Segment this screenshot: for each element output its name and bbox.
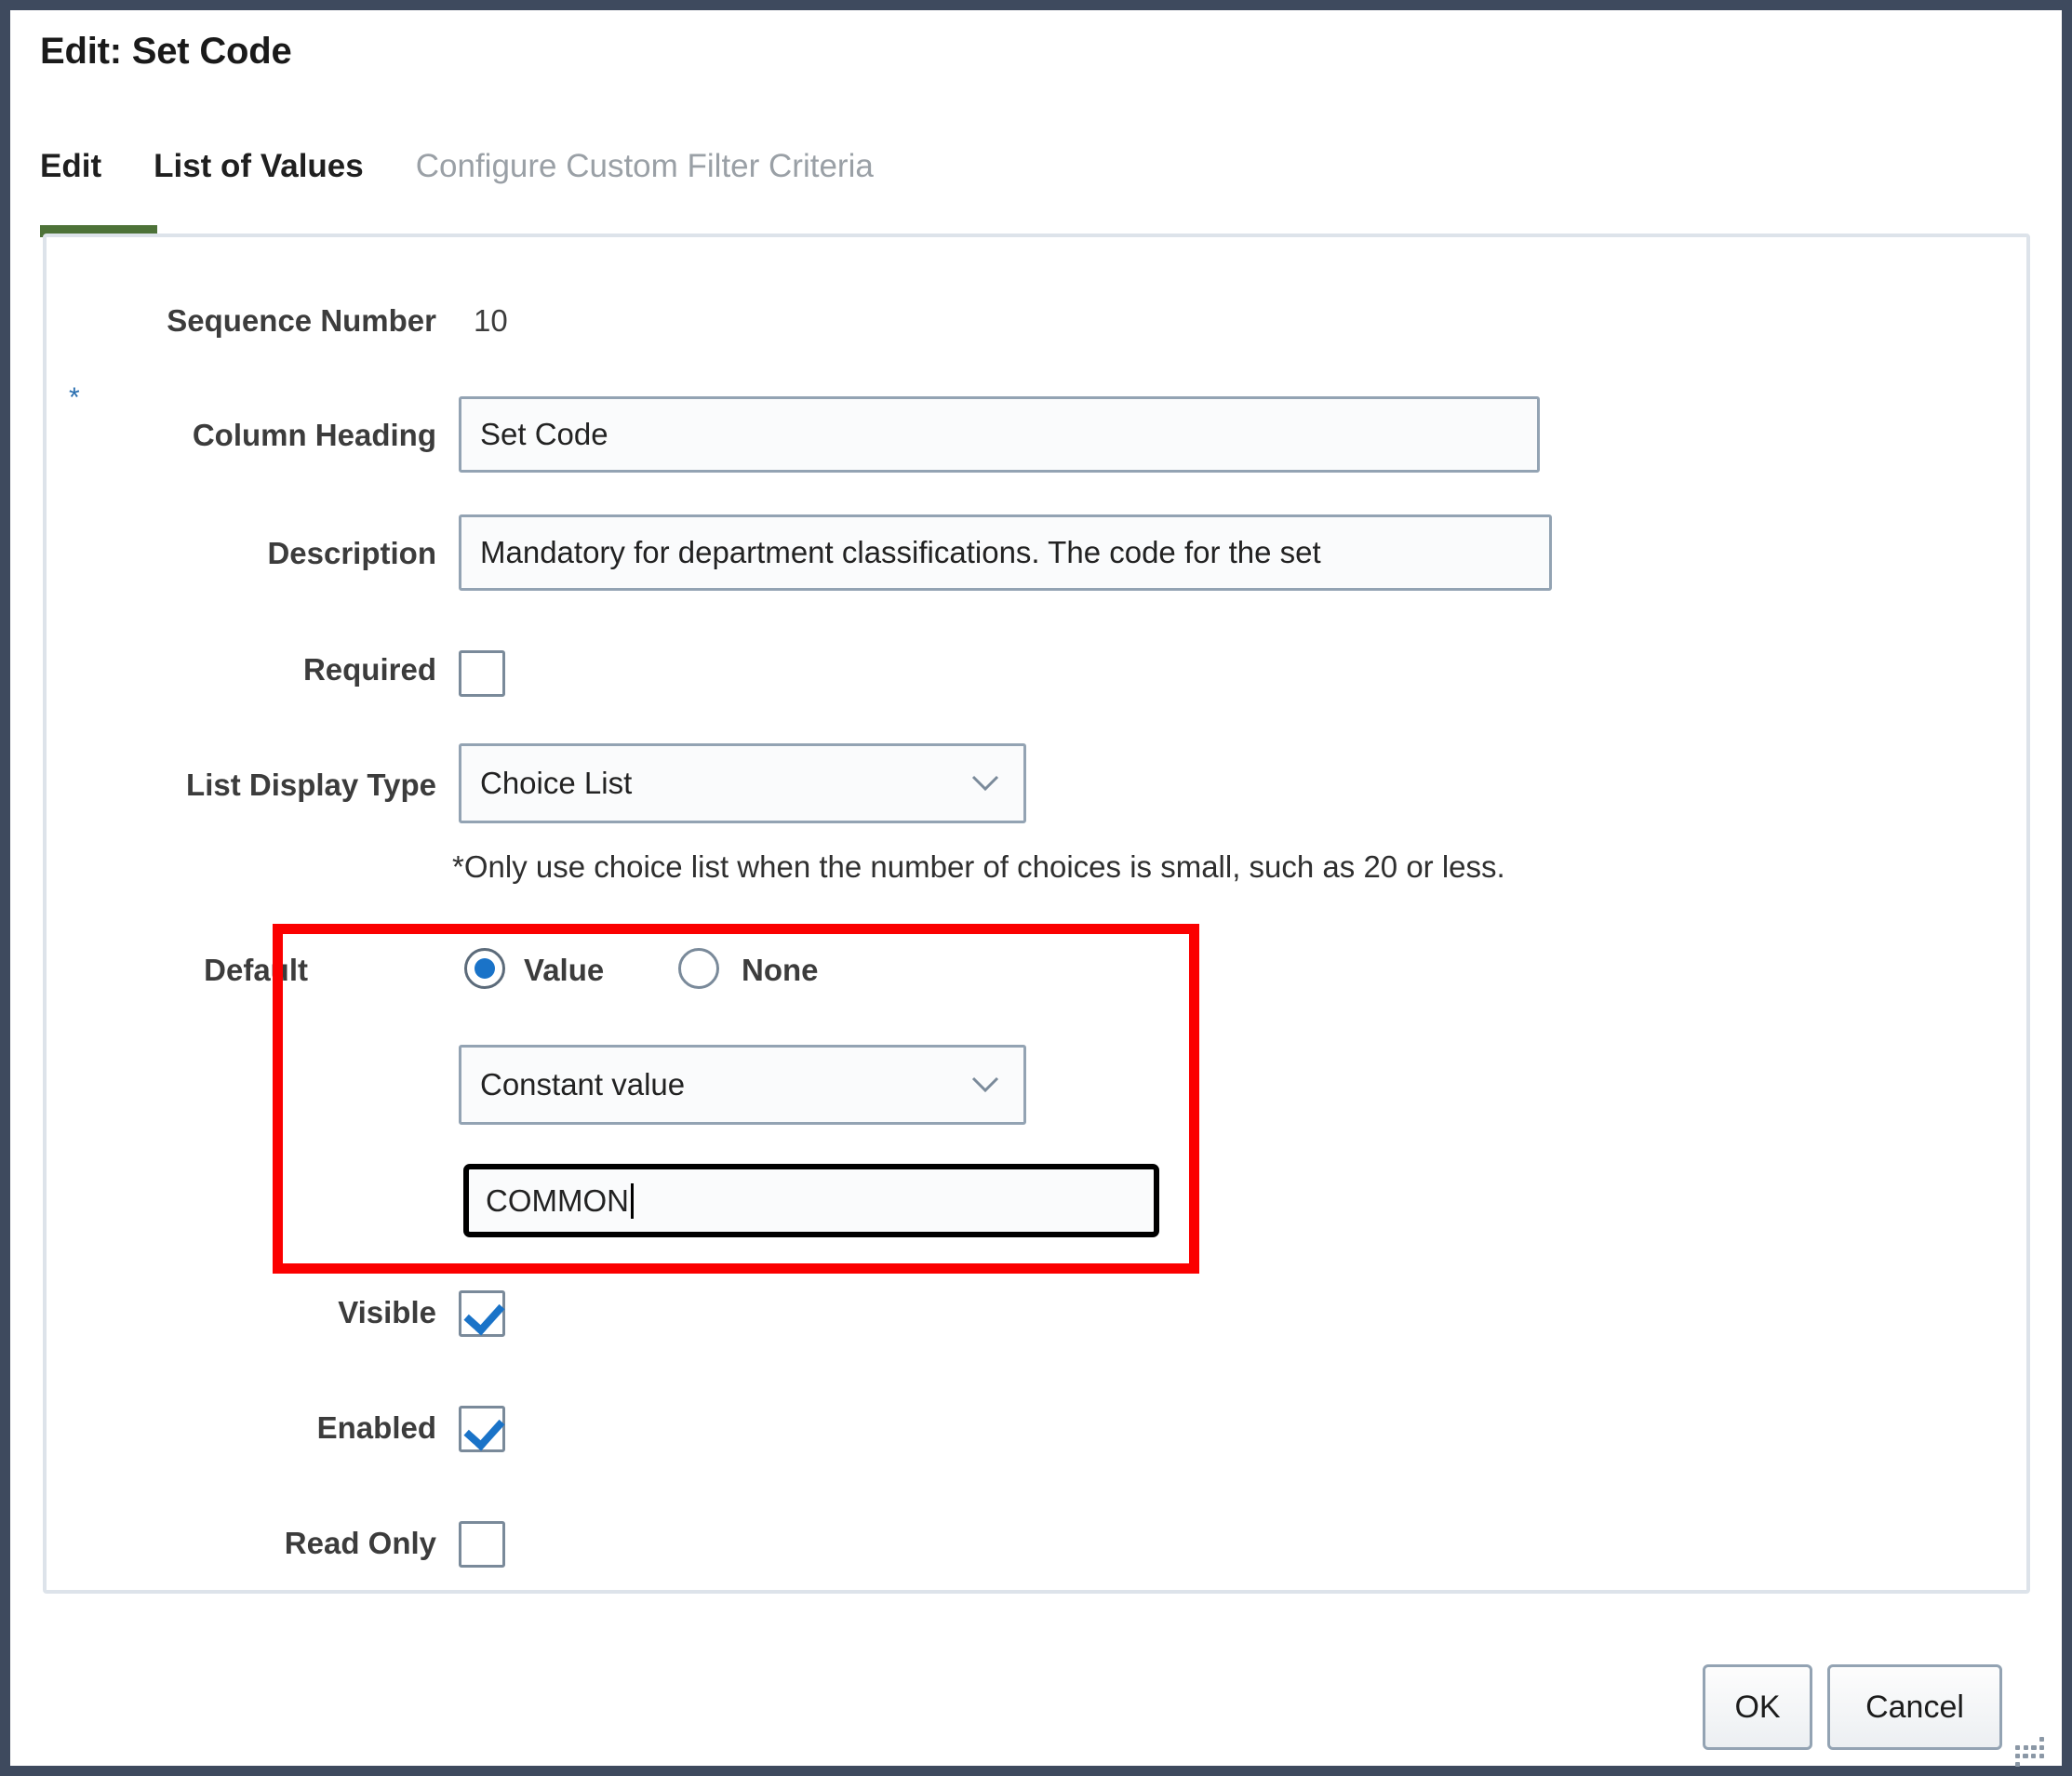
dialog-window: Edit: Set Code Edit List of Values Confi… (0, 0, 2072, 1776)
dialog-body: Edit: Set Code Edit List of Values Confi… (10, 10, 2062, 1767)
default-source-select[interactable]: Constant value (459, 1045, 1026, 1125)
ok-button[interactable]: OK (1703, 1664, 1812, 1750)
visible-checkbox[interactable] (459, 1290, 505, 1337)
chevron-down-icon (971, 775, 999, 792)
required-asterisk-icon: * (69, 382, 80, 413)
visible-label: Visible (338, 1295, 436, 1329)
default-none-radio-label[interactable]: None (742, 953, 819, 988)
enabled-label: Enabled (316, 1410, 436, 1445)
resize-grip[interactable] (2015, 1733, 2052, 1767)
list-display-type-select[interactable]: Choice List (459, 743, 1026, 823)
page-title: Edit: Set Code (40, 31, 292, 72)
list-display-type-hint: *Only use choice list when the number of… (452, 849, 1505, 884)
text-cursor (630, 1182, 634, 1219)
enabled-checkbox[interactable] (459, 1406, 505, 1452)
default-value-radio[interactable] (464, 948, 505, 989)
default-value-radio-label[interactable]: Value (524, 953, 604, 988)
default-constant-value-input[interactable]: COMMON (463, 1164, 1159, 1237)
default-source-value: Constant value (480, 1067, 686, 1102)
description-input[interactable]: Mandatory for department classifications… (459, 514, 1552, 591)
required-checkbox[interactable] (459, 650, 505, 697)
list-display-type-label: List Display Type (186, 768, 436, 802)
read-only-label: Read Only (284, 1526, 436, 1560)
column-heading-input[interactable]: Set Code (459, 396, 1540, 473)
sequence-number-label: Sequence Number (167, 303, 436, 338)
column-heading-label: Column Heading (192, 418, 436, 452)
sequence-number-value: 10 (474, 303, 508, 338)
tab-edit[interactable]: Edit (40, 148, 101, 185)
required-label: Required (302, 652, 436, 687)
default-none-radio[interactable] (678, 948, 719, 989)
chevron-down-icon (971, 1076, 999, 1093)
tab-list-of-values[interactable]: List of Values (154, 148, 364, 185)
read-only-checkbox[interactable] (459, 1521, 505, 1568)
tab-configure-custom-filter-criteria: Configure Custom Filter Criteria (415, 148, 874, 184)
list-display-type-value: Choice List (480, 766, 633, 800)
cancel-button[interactable]: Cancel (1827, 1664, 2002, 1750)
default-constant-value-text: COMMON (486, 1182, 629, 1218)
description-label: Description (267, 536, 436, 570)
default-label: Default (204, 953, 308, 987)
tab-bar: Edit List of Values Configure Custom Fil… (40, 148, 874, 211)
